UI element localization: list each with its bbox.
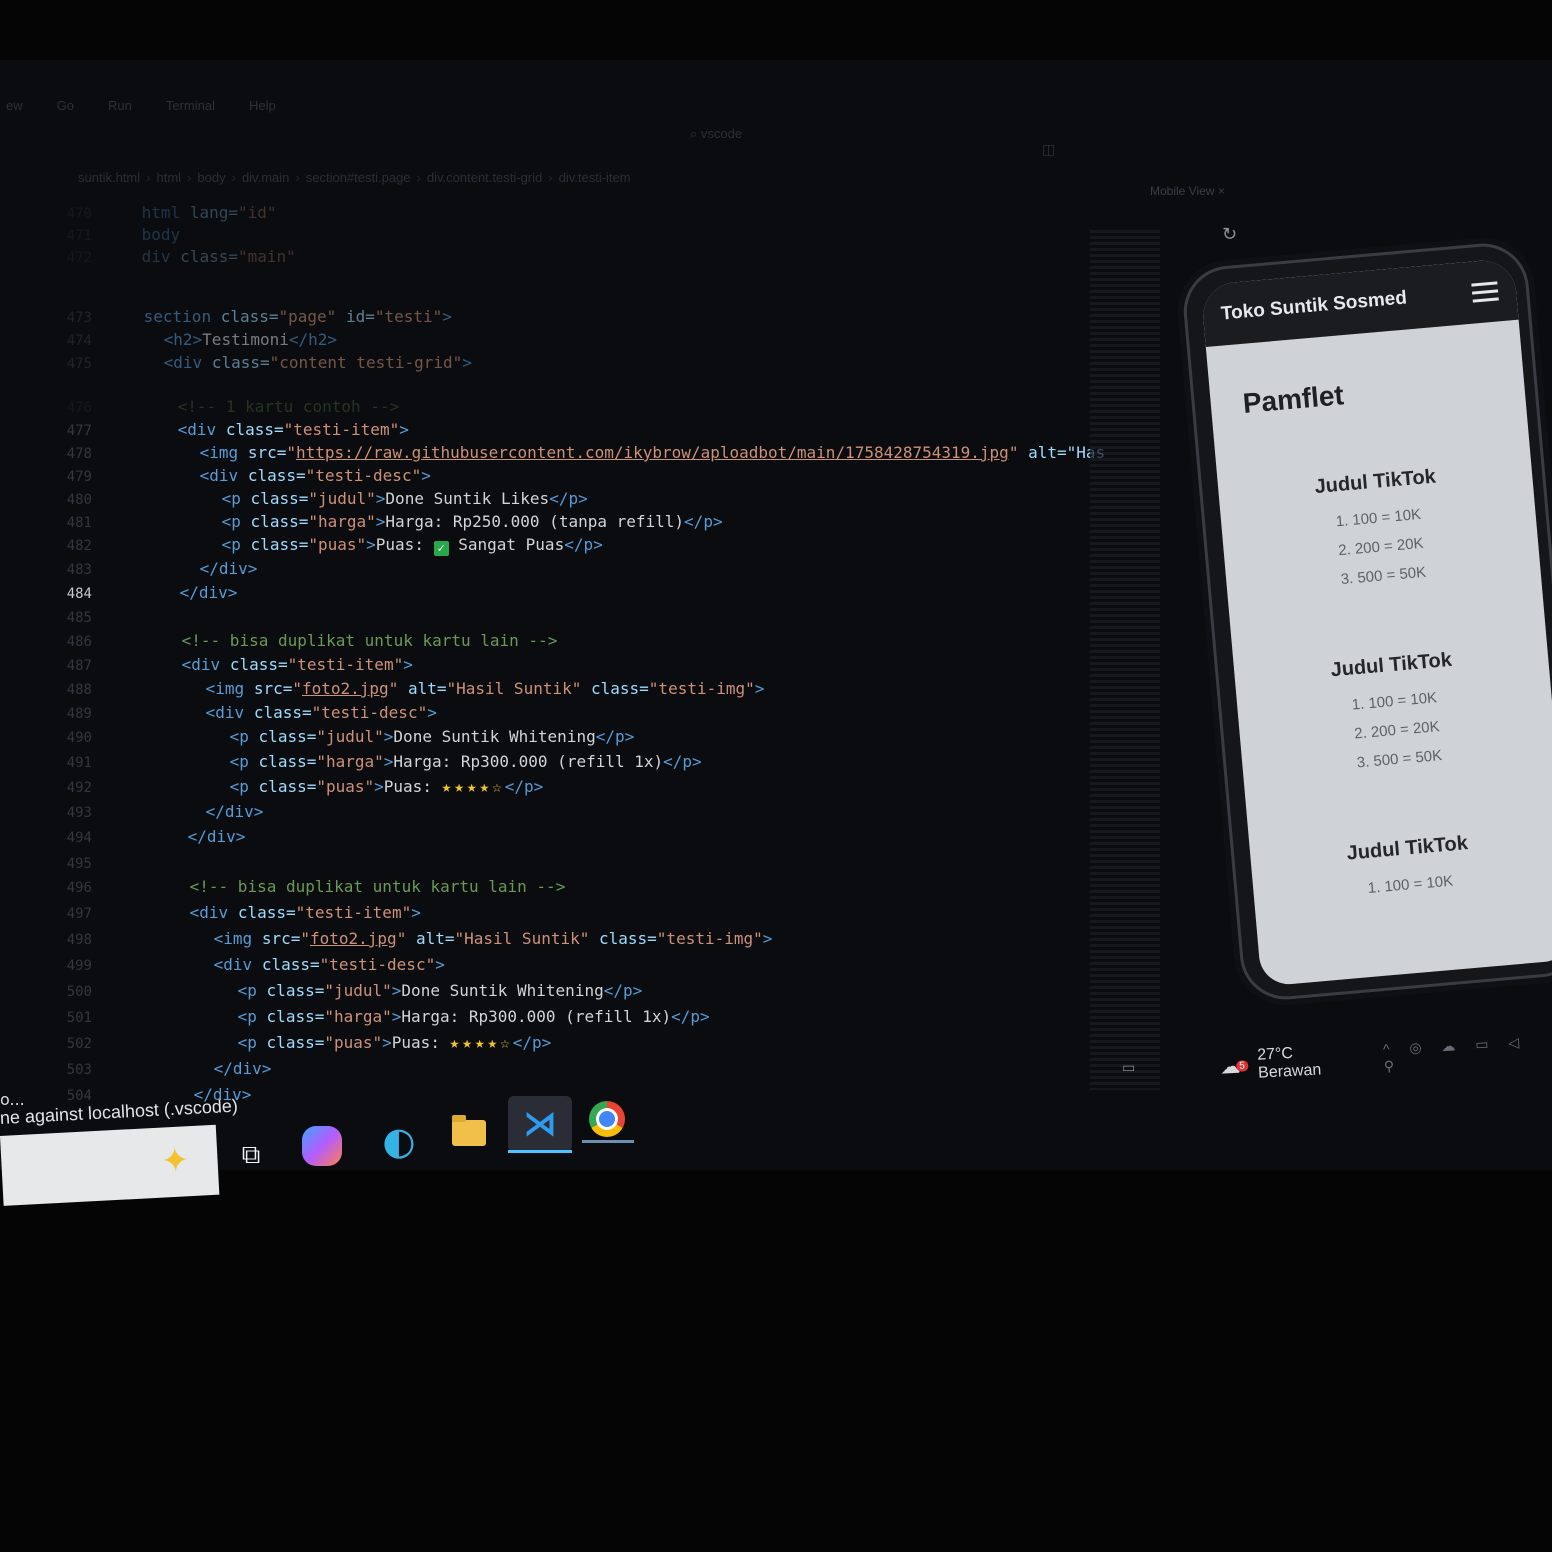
hamburger-menu-icon[interactable] (1471, 280, 1499, 303)
card-title: Judul TikTok (1345, 832, 1469, 865)
breadcrumb: suntik.html › html › body › div.main › secti… (78, 170, 631, 185)
tray-icons[interactable]: ^ ◎ ☁ ▭ ◁ ⚲ (1383, 1032, 1552, 1075)
code-line: 498 <img src="foto2.jpg" alt="Hasil Sunt… (66, 929, 773, 948)
site-brand[interactable]: Toko Suntik Sosmed (1220, 287, 1408, 325)
code-line: 470 html lang="id" (66, 203, 277, 222)
code-line: 487 <div class="testi-item"> (66, 655, 413, 674)
taskbar-search[interactable]: ✦ (0, 1124, 220, 1206)
close-icon[interactable]: × (1218, 184, 1225, 198)
code-line: 483 </div> (66, 559, 258, 578)
code-line: 493 </div> (66, 802, 264, 821)
search-icon: ⌕ (690, 126, 701, 141)
pamflet-card: Judul TikTok 1. 100 = 10K 2. 200 = 20K 3… (1218, 457, 1541, 598)
code-line: 479 <div class="testi-desc"> (66, 466, 431, 485)
code-line: 491 <p class="harga">Harga: Rp300.000 (r… (66, 752, 702, 771)
minimap[interactable] (1090, 230, 1160, 1090)
breadcrumb-section[interactable]: section#testi.page (306, 170, 411, 185)
menu-bar: ew Go Run Terminal Help (0, 98, 276, 120)
pamflet-card: Judul TikTok 1. 100 = 10K (1250, 824, 1552, 907)
file-explorer-icon[interactable] (446, 1110, 492, 1156)
vscode-icon[interactable]: ⋊ (508, 1096, 572, 1152)
image-url-link[interactable]: https://raw.githubusercontent.com/ikybro… (296, 443, 1009, 462)
layout-icon[interactable]: ◫ (1042, 142, 1055, 158)
site-navbar: Toko Suntik Sosmed (1200, 257, 1519, 348)
menu-terminal[interactable]: Terminal (166, 98, 215, 120)
code-line: 495 (66, 856, 92, 872)
chrome-icon[interactable] (584, 1096, 630, 1142)
code-line: 488 <img src="foto2.jpg" alt="Hasil Sunt… (66, 679, 765, 698)
code-line: 489 <div class="testi-desc"> (66, 703, 437, 722)
code-editor[interactable]: 470 html lang="id" 471 body 472 div clas… (0, 185, 1105, 1145)
menu-run[interactable]: Run (108, 98, 132, 120)
breadcrumb-item[interactable]: div.testi-item (559, 170, 631, 185)
code-line: 473 section class="page" id="testi"> (66, 307, 452, 326)
star-rating: ★★★★☆ (441, 777, 505, 796)
weather-badge: 5 (1235, 1059, 1249, 1072)
code-line: 476 <!-- 1 kartu contoh --> (66, 397, 400, 416)
weather-text[interactable]: 27°C Berawan (1257, 1042, 1359, 1083)
code-line: 499 <div class="testi-desc"> (66, 955, 445, 974)
vscode-active-indicator (508, 1150, 572, 1153)
breadcrumb-body[interactable]: body (197, 170, 225, 185)
chrome-running-indicator (582, 1140, 634, 1143)
code-line: 494 </div> (66, 827, 246, 846)
code-line: 492 <p class="puas">Puas: ★★★★☆</p> (66, 777, 544, 796)
code-line: 496 <!-- bisa duplikat untuk kartu lain … (66, 877, 566, 896)
code-line: 475 <div class="content testi-grid"> (66, 353, 472, 372)
keyboard-icon[interactable]: ▭ (1122, 1060, 1135, 1076)
code-line: 481 <p class="harga">Harga: Rp250.000 (t… (66, 512, 723, 531)
code-line: 471 body (66, 225, 181, 244)
code-line: 482 <p class="puas">Puas: ✓ Sangat Puas<… (66, 535, 603, 556)
code-line: 490 <p class="judul">Done Suntik Whiteni… (66, 727, 635, 746)
code-line: 484 </div> (0, 581, 238, 605)
sparkle-icon: ✦ (160, 1140, 191, 1182)
check-icon: ✓ (433, 541, 449, 556)
code-line: 474 <h2>Testimoni</h2> (66, 330, 338, 349)
code-line: 501 <p class="harga">Harga: Rp300.000 (r… (66, 1007, 710, 1026)
breadcrumb-div-main[interactable]: div.main (242, 170, 289, 185)
menu-go[interactable]: Go (57, 98, 74, 120)
reload-icon[interactable]: ↻ (1222, 224, 1237, 245)
edge-icon[interactable]: ◐ (376, 1118, 422, 1164)
phone-screen[interactable]: Toko Suntik Sosmed Pamflet Judul TikTok … (1200, 257, 1552, 987)
copilot-icon[interactable] (302, 1126, 342, 1166)
window-title: vscode (700, 126, 743, 141)
current-line-number: 484 (66, 586, 92, 602)
menu-view[interactable]: ew (6, 98, 23, 120)
code-line: 478 <img src="https://raw.githubusercont… (66, 443, 1106, 462)
code-line: 500 <p class="judul">Done Suntik Whiteni… (66, 981, 643, 1000)
code-line: 502 <p class="puas">Puas: ★★★★☆</p> (66, 1033, 552, 1052)
code-line: 485 (66, 610, 92, 626)
page-title: Pamflet (1241, 379, 1345, 419)
breadcrumb-grid[interactable]: div.content.testi-grid (427, 170, 542, 185)
breadcrumb-html[interactable]: html (156, 170, 181, 185)
breadcrumb-file[interactable]: suntik.html (78, 170, 140, 185)
pamflet-card: Judul TikTok 1. 100 = 10K 2. 200 = 20K 3… (1234, 640, 1552, 781)
code-line: 503 </div> (66, 1059, 272, 1078)
code-line: 477 <div class="testi-item"> (66, 420, 409, 439)
tab-mobile-view[interactable]: Mobile View × (1150, 184, 1225, 198)
code-line: 497 <div class="testi-item"> (66, 903, 421, 922)
command-center[interactable]: ⌕ vscode (690, 126, 742, 142)
phone-preview: Toko Suntik Sosmed Pamflet Judul TikTok … (1180, 239, 1552, 1004)
task-view-icon[interactable]: ⧉ (228, 1132, 274, 1178)
system-tray: ☁ 5 27°C Berawan ^ ◎ ☁ ▭ ◁ ⚲ (1219, 1031, 1552, 1084)
screen: ew Go Run Terminal Help ⌕ vscode ◫ sunti… (0, 60, 1552, 1170)
menu-help[interactable]: Help (249, 98, 276, 120)
code-line: 472 div class="main" (66, 247, 296, 266)
code-line: 486 <!-- bisa duplikat untuk kartu lain … (66, 631, 558, 650)
code-line: 480 <p class="judul">Done Suntik Likes</… (66, 489, 588, 508)
star-rating: ★★★★☆ (449, 1033, 513, 1052)
